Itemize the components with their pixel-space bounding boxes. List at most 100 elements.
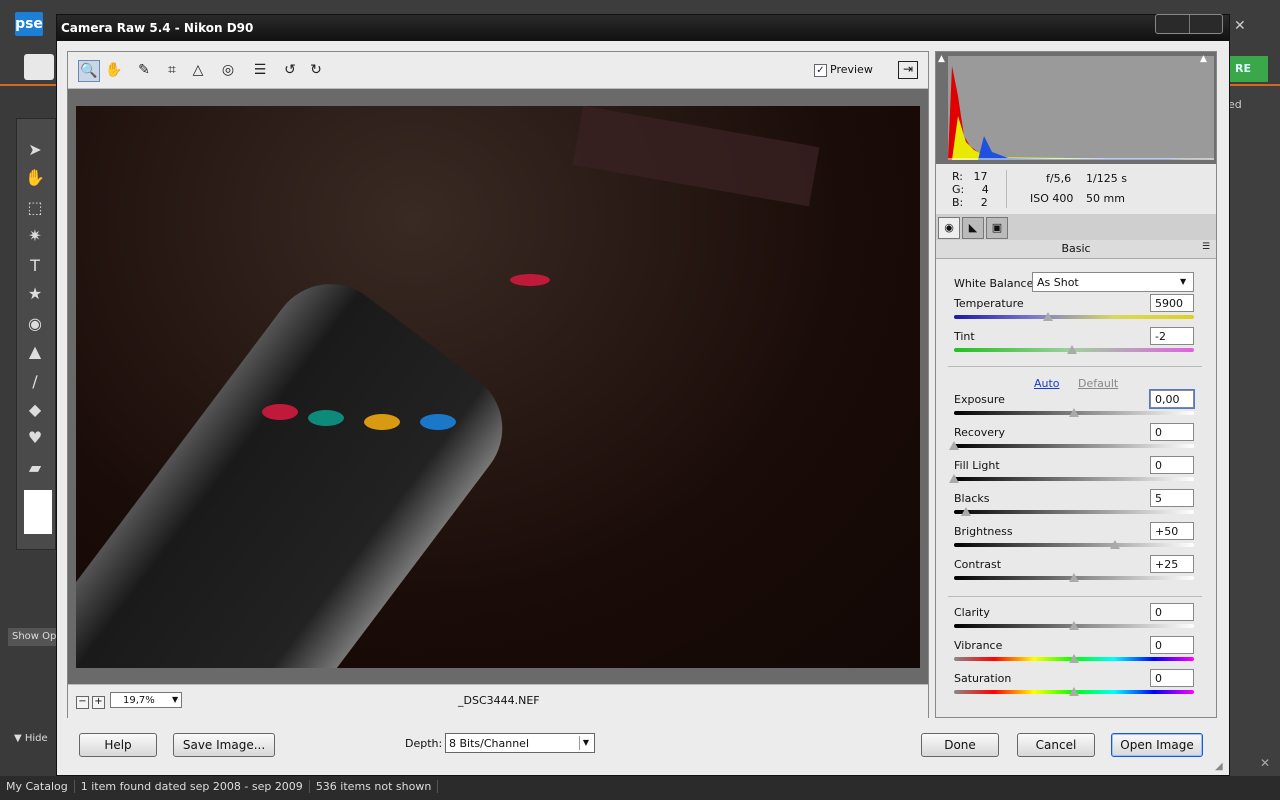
highlight-clipping-icon[interactable]: ▲ [1200,54,1212,66]
zoom-out-button[interactable]: − [76,696,89,709]
straighten-icon[interactable]: △ [188,60,208,80]
catalog-name[interactable]: My Catalog [0,780,75,793]
eraser-tool-icon[interactable]: ▰ [23,457,47,479]
done-button[interactable]: Done [921,733,999,757]
resize-grip-icon[interactable]: ◢ [1215,761,1223,772]
blacks-label: Blacks [954,492,990,505]
temperature-value-input[interactable]: 5900 [1150,294,1194,312]
vibrance-slider-thumb[interactable] [1069,654,1079,663]
clarity-slider-thumb[interactable] [1069,621,1079,630]
brightness-value-input[interactable]: +50 [1150,522,1194,540]
rotate-left-icon[interactable]: ↺ [280,60,300,80]
maximize-button[interactable] [1189,15,1222,33]
remote-shape [76,260,527,668]
green-button-shape [308,410,344,426]
found-count: 1 item found dated sep 2008 - sep 2009 [74,780,310,793]
preview-label: Preview [830,63,873,76]
blacks-slider-track[interactable] [954,510,1194,514]
cancel-button[interactable]: Cancel [1017,733,1095,757]
brush-tool-icon[interactable]: ∕ [23,371,47,393]
fill-light-slider-track[interactable] [954,477,1194,481]
brightness-slider-track[interactable] [954,543,1194,547]
tab-tone-curve-icon[interactable]: ◣ [962,217,984,239]
depth-select[interactable]: 8 Bits/Channel [445,733,595,753]
hide-button[interactable]: ▼ Hide [14,733,48,744]
marquee-tool-icon[interactable]: ⬚ [23,197,47,219]
auto-link[interactable]: Auto [1034,377,1060,390]
blacks-slider-thumb[interactable] [961,507,971,516]
exposure-slider-thumb[interactable] [1069,408,1079,417]
fill-light-label: Fill Light [954,459,1000,472]
crop-icon[interactable]: ⌗ [162,60,182,80]
zoom-icon[interactable]: 🔍 [78,60,100,82]
histogram-plot [948,56,1214,160]
brightness-slider-thumb[interactable] [1110,540,1120,549]
color-swatch[interactable] [24,490,52,534]
saturation-label: Saturation [954,672,1012,685]
fill-light-value-input[interactable]: 0 [1150,456,1194,474]
chevron-down-icon[interactable]: ▼ [579,736,592,750]
window-controls [1155,14,1223,34]
chevron-down-icon[interactable]: ▼ [1180,276,1190,288]
depth-label: Depth: [405,737,443,750]
hand-icon[interactable]: ✋ [104,60,124,80]
camera-raw-dialog: Camera Raw 5.4 - Nikon D90 🔍 ✋ ✎ ⌗ △ ◎ ☰… [56,14,1230,776]
type-tool-icon[interactable]: T [23,255,47,277]
panel-menu-icon[interactable]: ☰ [1202,242,1210,252]
save-image-button[interactable]: Save Image... [173,733,275,757]
shape-tool-icon[interactable]: ★ [23,283,47,305]
hand-tool-icon[interactable]: ✋ [23,167,47,189]
help-button[interactable]: Help [79,733,157,757]
temperature-slider-track[interactable] [954,315,1194,319]
blacks-value-input[interactable]: 5 [1150,489,1194,507]
tab-camera-calibration-icon[interactable]: ▣ [986,217,1008,239]
iso-value: ISO 400 [1030,192,1074,205]
preview-checkbox[interactable]: ✓ [814,64,827,77]
tab-basic-icon[interactable]: ◉ [938,217,960,239]
preferences-icon[interactable]: ☰ [250,60,270,80]
dialog-body: 🔍 ✋ ✎ ⌗ △ ◎ ☰ ↺ ↻ ✓ Preview ⇥ − + 19,7% … [57,41,1229,775]
chevron-down-icon[interactable]: ▼ [172,693,182,707]
b-readout: B: 2 [952,196,988,209]
stamp-tool-icon[interactable]: ▲ [23,341,47,363]
saturation-value-input[interactable]: 0 [1150,669,1194,687]
recovery-value-input[interactable]: 0 [1150,423,1194,441]
contrast-value-input[interactable]: +25 [1150,555,1194,573]
zoom-in-button[interactable]: + [92,696,105,709]
tool-bar: 🔍 ✋ ✎ ⌗ △ ◎ ☰ ↺ ↻ ✓ Preview ⇥ [68,52,928,89]
white-balance-select[interactable]: As Shot [1032,272,1194,292]
close-icon[interactable]: ✕ [1260,756,1270,770]
focal-length-value: 50 mm [1086,192,1125,205]
heart-shape-icon[interactable]: ♥ [23,427,47,449]
close-icon[interactable]: ✕ [1234,18,1246,34]
tint-slider-thumb[interactable] [1067,345,1077,354]
paint-bucket-icon[interactable]: ◆ [23,399,47,421]
temperature-slider-thumb[interactable] [1043,312,1053,321]
contrast-label: Contrast [954,558,1002,571]
file-name: _DSC3444.NEF [458,694,540,707]
dialog-titlebar[interactable]: Camera Raw 5.4 - Nikon D90 [57,14,1229,41]
recovery-slider-thumb[interactable] [949,441,959,450]
contrast-slider-thumb[interactable] [1069,573,1079,582]
exposure-value-input[interactable]: 0,00 [1149,389,1195,409]
white-balance-icon[interactable]: ✎ [134,60,154,80]
fill-light-slider-thumb[interactable] [949,474,959,483]
magic-wand-icon[interactable]: ✷ [23,225,47,247]
clarity-value-input[interactable]: 0 [1150,603,1194,621]
open-image-button[interactable]: Open Image [1111,733,1203,757]
saturation-slider-thumb[interactable] [1069,687,1079,696]
white-balance-label: White Balance: [954,277,1038,290]
red-eye-icon[interactable]: ◎ [218,60,238,80]
adjustment-panel: ▲ ▲ R: 17 G: 4 B: 2 f/5,6 1/125 s ISO 40… [935,51,1217,718]
photo-preview[interactable] [76,106,920,668]
fullscreen-icon[interactable]: ⇥ [898,61,918,79]
red-eye-icon[interactable]: ◉ [23,313,47,335]
move-tool-icon[interactable]: ➤ [23,139,47,161]
shadow-clipping-icon[interactable]: ▲ [938,54,950,66]
rotate-right-icon[interactable]: ↻ [306,60,326,80]
vibrance-value-input[interactable]: 0 [1150,636,1194,654]
tint-value-input[interactable]: -2 [1150,327,1194,345]
minimize-button[interactable] [1156,15,1188,33]
recovery-slider-track[interactable] [954,444,1194,448]
default-link[interactable]: Default [1078,377,1118,390]
